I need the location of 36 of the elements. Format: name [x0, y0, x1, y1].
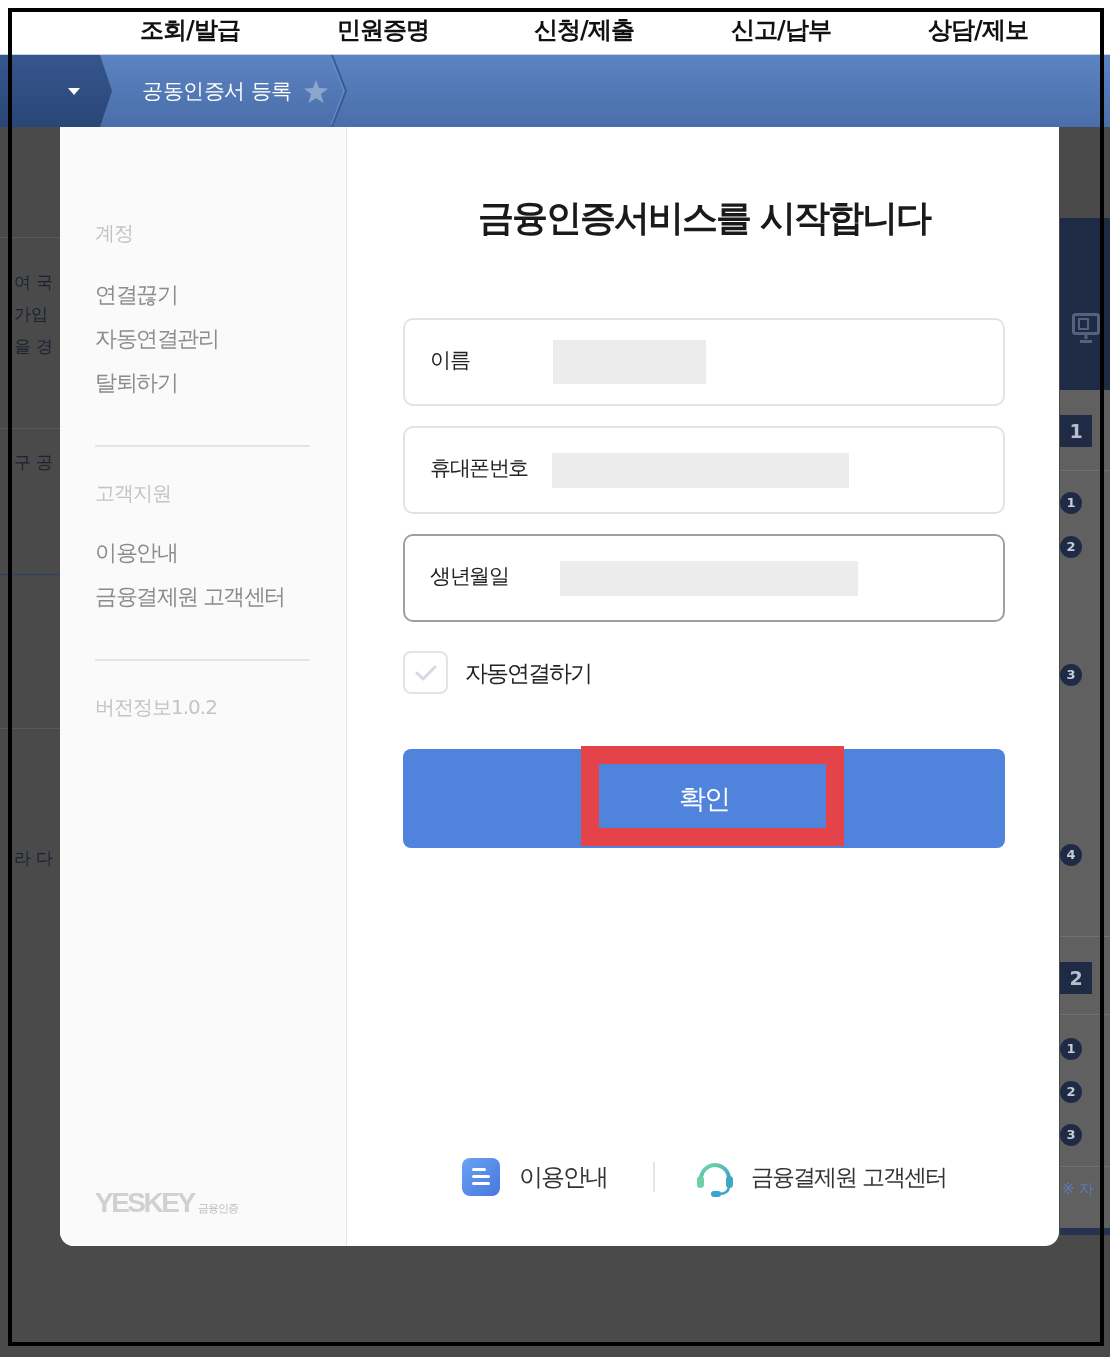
field-label: 생년월일 — [430, 563, 508, 590]
item-number: 1 — [1060, 1038, 1082, 1060]
step-number: 2 — [1060, 962, 1092, 994]
input-field[interactable]: 휴대폰번호 — [403, 426, 1005, 514]
guide-link[interactable]: 이용안내 — [462, 1158, 608, 1196]
input-field[interactable]: 생년월일 — [403, 534, 1005, 622]
item-number: 3 — [1060, 1124, 1082, 1146]
checkmark-icon — [414, 664, 437, 681]
caret-icon — [68, 87, 80, 95]
document-icon — [462, 1158, 501, 1196]
monitor-icon — [1072, 313, 1100, 343]
checkbox-label[interactable]: 자동연결하기 — [465, 657, 591, 688]
nav-menu-item[interactable]: 상담/제보 — [928, 15, 1028, 45]
item-number: 1 — [1060, 492, 1082, 514]
item-number: 3 — [1060, 664, 1082, 686]
item-number: 2 — [1060, 536, 1082, 558]
item-number: 4 — [1060, 844, 1082, 866]
input-field[interactable]: 이름 — [403, 318, 1005, 406]
logo-tagline: 금융인증 — [197, 1202, 238, 1216]
nav-menu-item[interactable]: 신청/제출 — [534, 15, 634, 45]
support-link[interactable]: 금융결제원 고객센터 — [695, 1157, 946, 1197]
step-number: 1 — [1060, 415, 1092, 447]
chevron-separator — [330, 55, 347, 127]
breadcrumb-title: 공동인증서 등록 — [142, 78, 292, 105]
item-number: 2 — [1060, 1081, 1082, 1103]
background-note-text: ※ 자 — [1062, 1179, 1095, 1200]
menu-dropdown-button[interactable] — [0, 55, 112, 127]
field-label: 휴대폰번호 — [430, 455, 528, 482]
nav-menu-item[interactable]: 조회/발급 — [140, 15, 240, 45]
nav-menu-item[interactable]: 신고/납부 — [731, 15, 831, 45]
nav-menu-item[interactable]: 민원증명 — [337, 15, 429, 45]
checkbox[interactable] — [403, 651, 448, 694]
panel-bottom-bar — [1060, 1228, 1110, 1235]
field-label: 이름 — [430, 346, 469, 374]
dialog-title: 금융인증서비스를 시작합니다 — [477, 196, 931, 240]
star-icon[interactable] — [303, 79, 328, 103]
